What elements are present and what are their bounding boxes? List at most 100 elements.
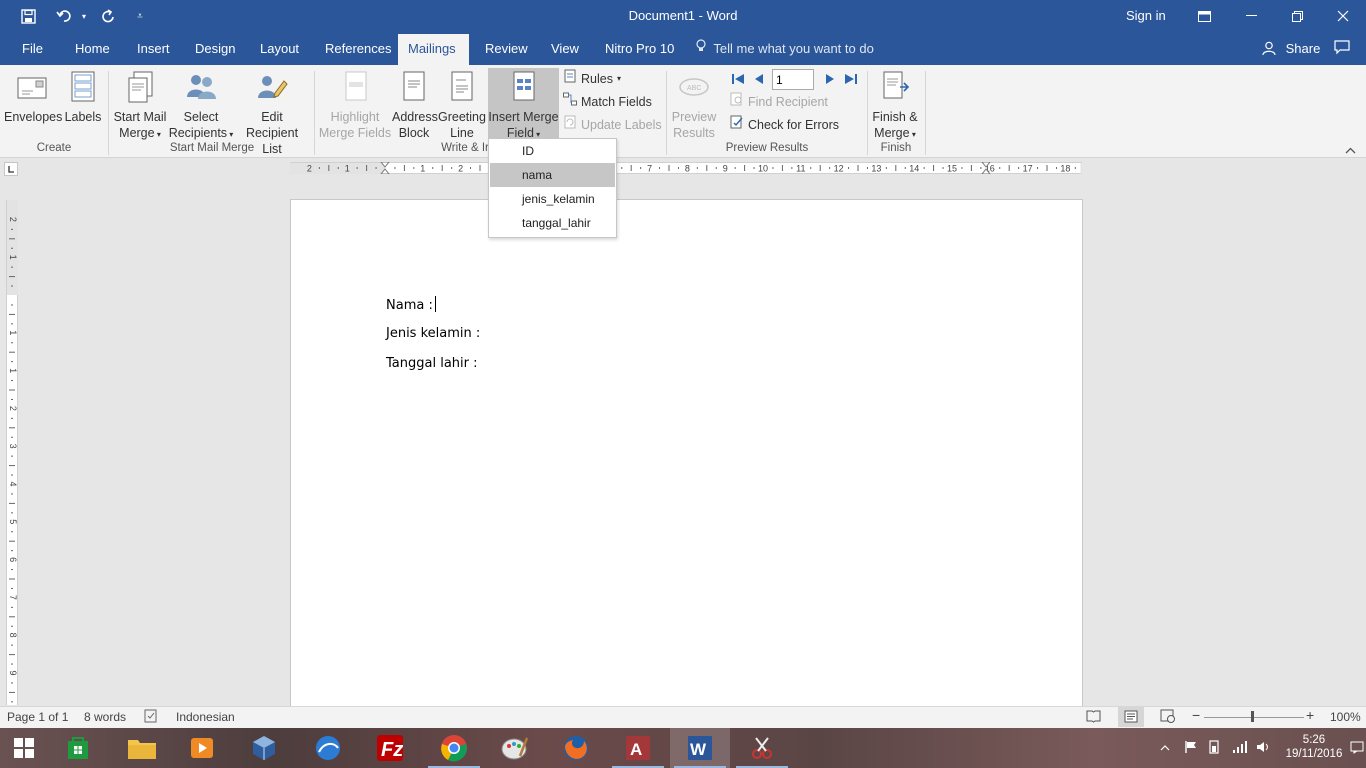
sign-in-link[interactable]: Sign in bbox=[1126, 8, 1166, 23]
last-record-icon[interactable] bbox=[843, 71, 859, 87]
highlight-merge-fields-button[interactable]: Highlight Merge Fields bbox=[318, 69, 392, 141]
web-layout-icon[interactable] bbox=[1160, 709, 1176, 726]
preview-results-button[interactable]: ABC Preview Results bbox=[668, 69, 720, 141]
document-line-jenis-kelamin[interactable]: Jenis kelamin : bbox=[386, 326, 480, 341]
restore-icon[interactable] bbox=[1274, 0, 1320, 32]
share-button[interactable]: Share bbox=[1262, 32, 1320, 65]
access-icon[interactable]: A bbox=[608, 728, 668, 768]
filezilla-icon[interactable]: Fz bbox=[360, 728, 420, 768]
finish-merge-button[interactable]: Finish & Merge ▾ bbox=[870, 69, 920, 143]
zoom-out-icon[interactable]: − bbox=[1192, 707, 1200, 723]
ruler-tick bbox=[9, 351, 15, 353]
zoom-in-icon[interactable]: + bbox=[1306, 707, 1314, 723]
envelopes-button[interactable]: Envelopes bbox=[4, 69, 62, 125]
file-explorer-icon[interactable] bbox=[112, 728, 172, 768]
tell-me-box[interactable]: Tell me what you want to do bbox=[696, 32, 874, 65]
minimize-icon[interactable] bbox=[1228, 0, 1274, 32]
ruler-tick bbox=[980, 167, 982, 169]
update-labels-button[interactable]: Update Labels bbox=[563, 115, 662, 135]
close-icon[interactable] bbox=[1320, 0, 1366, 32]
word-icon[interactable]: W bbox=[670, 728, 730, 768]
labels-button[interactable]: Labels bbox=[62, 69, 104, 125]
chrome-icon[interactable] bbox=[424, 728, 484, 768]
ruler-tick bbox=[1046, 165, 1048, 171]
paint-icon[interactable] bbox=[484, 728, 544, 768]
ruler-tick bbox=[753, 167, 755, 169]
ruler-tick bbox=[11, 625, 13, 627]
document-page[interactable]: Nama : Jenis kelamin : Tanggal lahir : bbox=[290, 199, 1083, 709]
ribbon-display-icon[interactable] bbox=[1181, 0, 1227, 32]
rules-button[interactable]: Rules ▾ bbox=[563, 69, 621, 89]
ruler-tick bbox=[829, 167, 831, 169]
first-record-icon[interactable] bbox=[730, 71, 746, 87]
word-count[interactable]: 8 words bbox=[84, 710, 126, 724]
comments-icon[interactable] bbox=[1334, 40, 1350, 58]
record-number-input[interactable] bbox=[772, 69, 814, 90]
media-player-icon[interactable] bbox=[172, 728, 232, 768]
store-icon[interactable] bbox=[48, 728, 108, 768]
tab-review[interactable]: Review bbox=[475, 32, 538, 65]
ruler-margin bbox=[7, 200, 18, 295]
start-mail-merge-button[interactable]: Start Mail Merge ▾ bbox=[112, 69, 168, 143]
volume-icon[interactable] bbox=[1256, 740, 1272, 768]
ruler-tick bbox=[744, 165, 746, 171]
browser-icon[interactable] bbox=[298, 728, 358, 768]
notifications-icon[interactable] bbox=[1350, 740, 1364, 768]
action-center-flag-icon[interactable] bbox=[1184, 740, 1198, 768]
horizontal-ruler[interactable]: 21123456789101112131415161718 bbox=[290, 162, 1082, 174]
tab-insert[interactable]: Insert bbox=[127, 32, 180, 65]
find-recipient-button[interactable]: Find Recipient bbox=[730, 92, 828, 112]
vertical-ruler[interactable]: 21112345678910 bbox=[6, 200, 18, 705]
page-count[interactable]: Page 1 of 1 bbox=[7, 710, 68, 724]
previous-record-icon[interactable] bbox=[752, 71, 768, 87]
language-indicator[interactable]: Indonesian bbox=[176, 710, 235, 724]
find-recipient-label: Find Recipient bbox=[748, 95, 828, 109]
print-layout-icon[interactable] bbox=[1118, 707, 1144, 727]
zoom-level[interactable]: 100% bbox=[1330, 710, 1361, 724]
read-mode-icon[interactable] bbox=[1086, 709, 1101, 726]
snipping-tool-icon[interactable] bbox=[732, 728, 792, 768]
virtualbox-icon[interactable] bbox=[234, 728, 294, 768]
firefox-icon[interactable] bbox=[546, 728, 606, 768]
document-line-nama[interactable]: Nama : bbox=[386, 296, 436, 313]
tab-references[interactable]: References bbox=[315, 32, 401, 65]
merge-field-option-jenis-kelamin[interactable]: jenis_kelamin bbox=[490, 187, 615, 211]
zoom-slider-thumb[interactable] bbox=[1251, 711, 1254, 722]
select-recipients-button[interactable]: Select Recipients ▾ bbox=[168, 69, 234, 143]
tab-selector-icon[interactable] bbox=[4, 162, 18, 176]
tab-design[interactable]: Design bbox=[185, 32, 245, 65]
match-fields-button[interactable]: Match Fields bbox=[563, 92, 652, 112]
envelope-icon bbox=[15, 69, 49, 105]
tab-mailings[interactable]: Mailings bbox=[398, 34, 469, 65]
proofing-icon[interactable] bbox=[144, 709, 159, 726]
greeting-line-button[interactable]: Greeting Line bbox=[438, 69, 486, 141]
tab-layout[interactable]: Layout bbox=[250, 32, 309, 65]
show-hidden-icons[interactable] bbox=[1160, 742, 1170, 768]
ruler-tick bbox=[9, 313, 15, 315]
zoom-slider[interactable] bbox=[1204, 717, 1304, 718]
tab-file[interactable]: File bbox=[12, 32, 53, 65]
collapse-ribbon-icon[interactable] bbox=[1345, 143, 1356, 157]
start-icon[interactable] bbox=[0, 728, 48, 768]
wifi-icon[interactable] bbox=[1232, 740, 1248, 768]
battery-icon[interactable] bbox=[1207, 740, 1223, 768]
tab-view[interactable]: View bbox=[541, 32, 589, 65]
ruler-tick bbox=[734, 167, 736, 169]
next-record-icon[interactable] bbox=[822, 71, 838, 87]
chevron-down-icon: ▾ bbox=[227, 130, 234, 139]
ruler-tick bbox=[11, 701, 13, 703]
tab-nitro-pro[interactable]: Nitro Pro 10 bbox=[595, 32, 684, 65]
clock[interactable]: 5:26 19/11/2016 bbox=[1282, 733, 1346, 768]
merge-field-option-tanggal-lahir[interactable]: tanggal_lahir bbox=[490, 211, 615, 235]
check-for-errors-button[interactable]: Check for Errors bbox=[730, 115, 839, 135]
address-block-button[interactable]: Address Block bbox=[392, 69, 438, 141]
ruler-tick bbox=[696, 167, 698, 169]
ruler-tick bbox=[413, 167, 415, 169]
merge-field-option-nama[interactable]: nama bbox=[490, 163, 615, 187]
document-line-tanggal-lahir[interactable]: Tanggal lahir : bbox=[386, 356, 478, 371]
group-separator bbox=[108, 71, 109, 155]
tab-home[interactable]: Home bbox=[65, 32, 120, 65]
insert-merge-field-button[interactable]: Insert Merge Field ▾ bbox=[488, 68, 559, 140]
merge-field-option-id[interactable]: ID bbox=[490, 139, 615, 163]
ruler-tick bbox=[961, 167, 963, 169]
